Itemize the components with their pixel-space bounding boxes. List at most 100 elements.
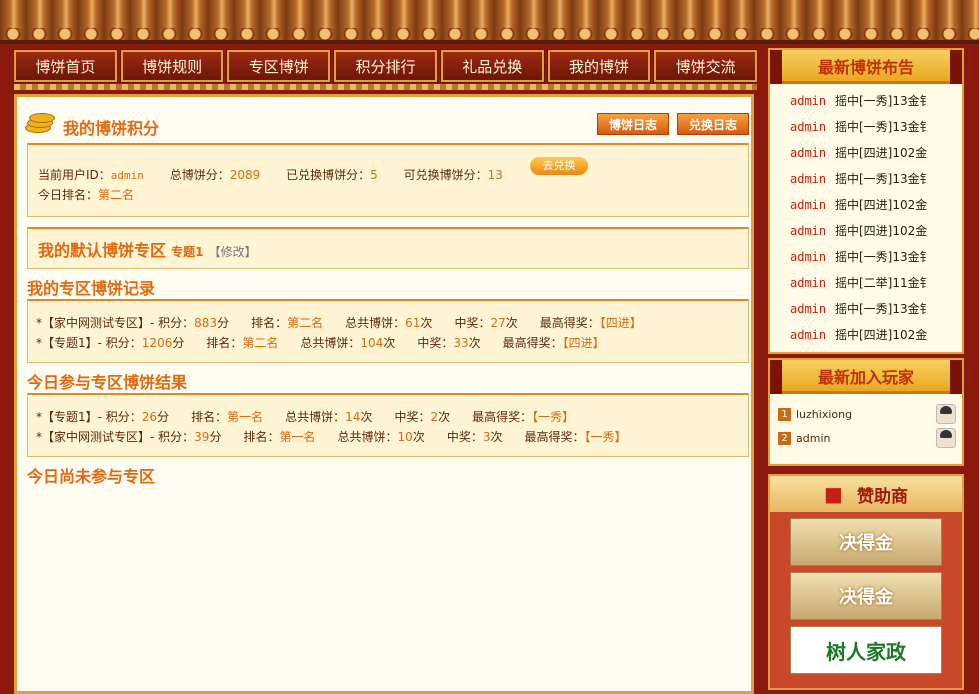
today-score: 26 bbox=[141, 410, 158, 424]
not-joined-title: 今日尚未参与专区 bbox=[27, 467, 156, 486]
sponsor-title: ■ 赞助商 bbox=[770, 476, 962, 512]
record-unit: 分 bbox=[172, 336, 185, 350]
roof-banner bbox=[0, 0, 979, 44]
news-item[interactable]: admin 摇中[四进]102金 bbox=[770, 140, 962, 166]
today-rank-label: 排名： bbox=[243, 430, 280, 444]
score-summary: 当前用户ID：admin 总博饼分：2089 已兑换博饼分：5 可兑换博饼分：1… bbox=[27, 143, 749, 217]
record-times: 次 bbox=[420, 316, 433, 330]
record-total-label: 总共博饼： bbox=[300, 336, 361, 350]
record-rank-label: 排名： bbox=[251, 316, 288, 330]
today-total: 10 bbox=[397, 430, 413, 444]
news-item[interactable]: admin 摇中[一秀]13金钅 bbox=[770, 296, 962, 322]
nav-home[interactable]: 博饼首页 bbox=[13, 49, 118, 83]
default-zone-title: 我的默认博饼专区 bbox=[38, 241, 167, 260]
record-best-label: 最高得奖： bbox=[502, 336, 563, 350]
today-win-label: 中奖： bbox=[446, 430, 483, 444]
record-times: 次 bbox=[505, 316, 518, 330]
news-user: admin bbox=[790, 120, 827, 134]
today-score-label: - 积分： bbox=[97, 410, 142, 424]
today-total: 14 bbox=[345, 410, 361, 424]
today-rank: 第一名 bbox=[279, 430, 316, 444]
today-unit: 分 bbox=[157, 410, 170, 424]
today-zone: *【专题1】 bbox=[36, 410, 98, 424]
record-rank: 第二名 bbox=[242, 336, 279, 350]
today-row: *【专题1】- 积分：26分 排名：第一名 总共博饼：14次 中奖：2次 最高得奖：【一… bbox=[36, 407, 748, 427]
record-win-label: 中奖： bbox=[417, 336, 454, 350]
today-times: 次 bbox=[360, 410, 373, 424]
rank-value: 第二名 bbox=[98, 188, 135, 202]
record-times: 次 bbox=[383, 336, 396, 350]
record-score: 1206 bbox=[141, 336, 173, 350]
nav-mine[interactable]: 我的博饼 bbox=[546, 49, 652, 83]
sponsor-box: ■ 赞助商 决得金 决得金 树人家政 bbox=[768, 474, 964, 690]
record-rank-label: 排名： bbox=[206, 336, 243, 350]
news-text: 摇中[四进]102金 bbox=[835, 198, 928, 212]
today-panel: *【专题1】- 积分：26分 排名：第一名 总共博饼：14次 中奖：2次 最高得奖：【一… bbox=[27, 393, 749, 457]
record-row: *【专题1】- 积分：1206分 排名：第二名 总共博饼：104次 中奖：33次 最高得… bbox=[36, 333, 748, 353]
bobing-log-button[interactable]: 博饼日志 bbox=[597, 113, 669, 135]
today-win-label: 中奖： bbox=[394, 410, 431, 424]
news-user: admin bbox=[790, 146, 827, 160]
uid-label: 当前用户ID： bbox=[38, 168, 111, 182]
news-item[interactable]: admin 摇中[一秀]13金钅 bbox=[770, 88, 962, 114]
sponsor-title-text: 赞助商 bbox=[856, 486, 908, 507]
sponsor-logo[interactable]: 树人家政 bbox=[790, 626, 942, 674]
record-score-label: - 积分： bbox=[150, 316, 195, 330]
today-best-label: 最高得奖： bbox=[524, 430, 585, 444]
news-list: admin 摇中[一秀]13金钅 admin 摇中[一秀]13金钅 admin 摇中[… bbox=[770, 84, 962, 348]
nav-forum[interactable]: 博饼交流 bbox=[653, 49, 759, 83]
news-item[interactable]: admin 摇中[四进]102金 bbox=[770, 322, 962, 348]
today-score: 39 bbox=[194, 430, 210, 444]
news-user: admin bbox=[790, 276, 827, 290]
news-text: 摇中[四进]102金 bbox=[835, 224, 928, 238]
player-name: admin bbox=[796, 431, 831, 445]
record-score: 883 bbox=[194, 316, 218, 330]
record-win: 33 bbox=[453, 336, 469, 350]
record-total: 104 bbox=[360, 336, 384, 350]
news-item[interactable]: admin 摇中[一秀]13金钅 bbox=[770, 114, 962, 140]
exchange-log-button[interactable]: 兑换日志 bbox=[677, 113, 749, 135]
news-text: 摇中[一秀]13金钅 bbox=[835, 302, 932, 316]
news-text: 摇中[一秀]13金钅 bbox=[835, 172, 932, 186]
nav-rules[interactable]: 博饼规则 bbox=[119, 49, 225, 83]
today-rank-label: 排名： bbox=[191, 410, 228, 424]
news-user: admin bbox=[790, 250, 827, 264]
today-win: 2 bbox=[430, 410, 439, 424]
player-rank-badge: 1 bbox=[778, 407, 791, 421]
news-item[interactable]: admin 摇中[一秀]13金钅 bbox=[770, 166, 962, 192]
go-exchange-button[interactable]: 去兑换 bbox=[530, 157, 588, 175]
gift-box-icon: ■ bbox=[824, 482, 843, 506]
avatar-icon bbox=[936, 428, 956, 448]
nav-divider bbox=[14, 84, 757, 90]
today-best-label: 最高得奖： bbox=[472, 410, 533, 424]
news-item[interactable]: admin 摇中[二举]11金钅 bbox=[770, 270, 962, 296]
sponsor-logo[interactable]: 决得金 bbox=[790, 572, 942, 620]
news-title: 最新博饼布告 bbox=[770, 50, 962, 84]
today-total-label: 总共博饼： bbox=[285, 410, 346, 424]
nav-zone[interactable]: 专区博饼 bbox=[226, 49, 332, 83]
news-item[interactable]: admin 摇中[四进]102金 bbox=[770, 192, 962, 218]
record-score-label: - 积分： bbox=[97, 336, 142, 350]
news-user: admin bbox=[790, 198, 827, 212]
record-best: 【四进】 bbox=[562, 336, 605, 350]
page-title: 我的博饼积分 bbox=[63, 119, 160, 138]
news-user: admin bbox=[790, 172, 827, 186]
news-text: 摇中[一秀]13金钅 bbox=[835, 94, 932, 108]
sponsor-logo[interactable]: 决得金 bbox=[790, 518, 942, 566]
players-box: 最新加入玩家 1 luzhixiong 2 admin bbox=[768, 358, 964, 466]
main-nav: 博饼首页 博饼规则 专区博饼 积分排行 礼品兑换 我的博饼 博饼交流 bbox=[13, 49, 759, 83]
news-item[interactable]: admin 摇中[一秀]13金钅 bbox=[770, 244, 962, 270]
news-title-text: 最新博饼布告 bbox=[817, 57, 914, 77]
news-item[interactable]: admin 摇中[四进]102金 bbox=[770, 218, 962, 244]
news-text: 摇中[一秀]13金钅 bbox=[835, 120, 932, 134]
nav-gifts[interactable]: 礼品兑换 bbox=[439, 49, 545, 83]
record-total-label: 总共博饼： bbox=[345, 316, 406, 330]
player-item[interactable]: 2 admin bbox=[770, 426, 962, 450]
news-box: 最新博饼布告 admin 摇中[一秀]13金钅 admin 摇中[一秀]13金钅 a… bbox=[768, 48, 964, 354]
edit-zone-link[interactable]: 【修改】 bbox=[209, 245, 257, 259]
nav-ranking[interactable]: 积分排行 bbox=[333, 49, 438, 83]
record-zone: *【专题1】 bbox=[36, 336, 98, 350]
record-win: 27 bbox=[490, 316, 506, 330]
news-text: 摇中[四进]102金 bbox=[835, 328, 928, 342]
player-item[interactable]: 1 luzhixiong bbox=[770, 402, 962, 426]
